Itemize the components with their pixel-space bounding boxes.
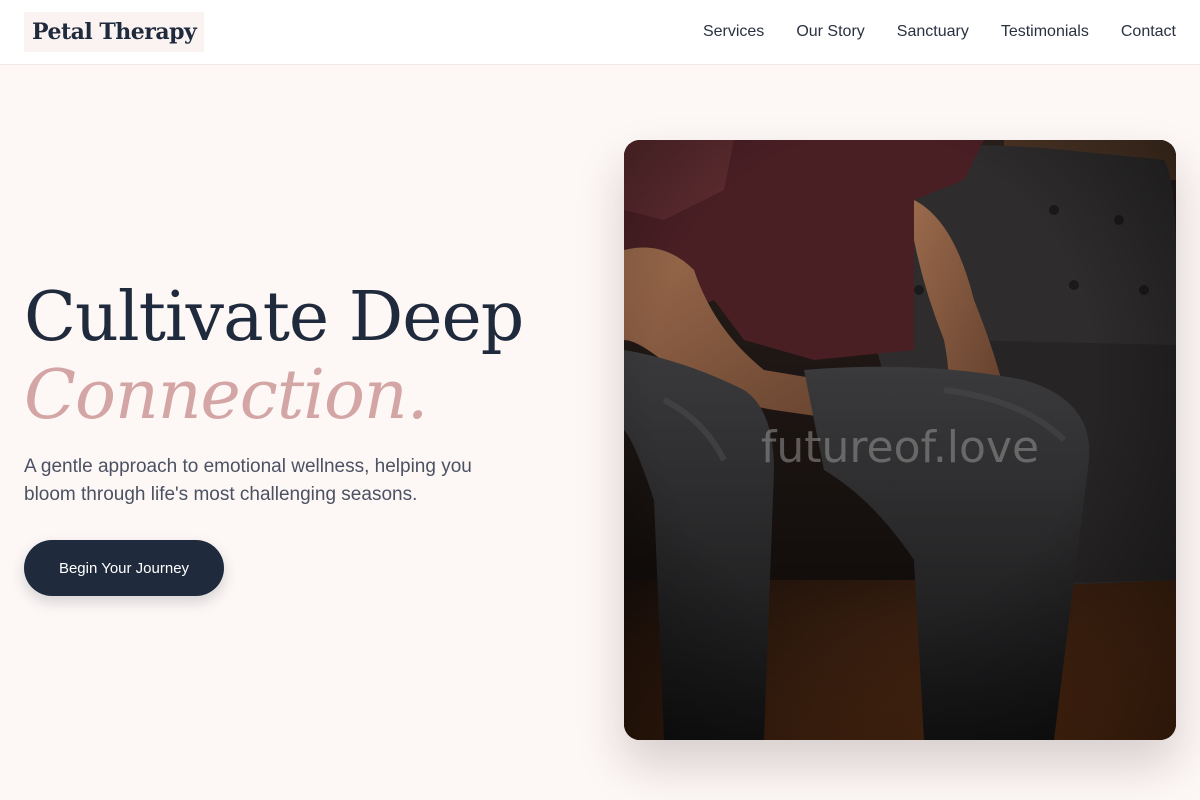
brand-logo[interactable]: Petal Therapy bbox=[24, 12, 205, 52]
page: Petal Therapy Services Our Story Sanctua… bbox=[0, 0, 1200, 800]
nav-item-testimonials[interactable]: Testimonials bbox=[1001, 23, 1089, 41]
hero-image: futureof.love bbox=[624, 140, 1176, 740]
image-watermark: futureof.love bbox=[760, 422, 1040, 473]
site-header: Petal Therapy Services Our Story Sanctua… bbox=[0, 0, 1200, 65]
nav-item-our-story[interactable]: Our Story bbox=[796, 23, 864, 41]
begin-journey-button[interactable]: Begin Your Journey bbox=[24, 540, 224, 596]
main-nav: Services Our Story Sanctuary Testimonial… bbox=[703, 0, 1176, 64]
nav-item-services[interactable]: Services bbox=[703, 23, 764, 41]
nav-item-contact[interactable]: Contact bbox=[1121, 23, 1176, 41]
hero-title: Cultivate Deep bbox=[24, 278, 524, 357]
hero-title-accent: Connection. bbox=[24, 356, 428, 435]
hero-subtitle: A gentle approach to emotional wellness,… bbox=[24, 456, 472, 505]
nav-item-sanctuary[interactable]: Sanctuary bbox=[897, 23, 969, 41]
